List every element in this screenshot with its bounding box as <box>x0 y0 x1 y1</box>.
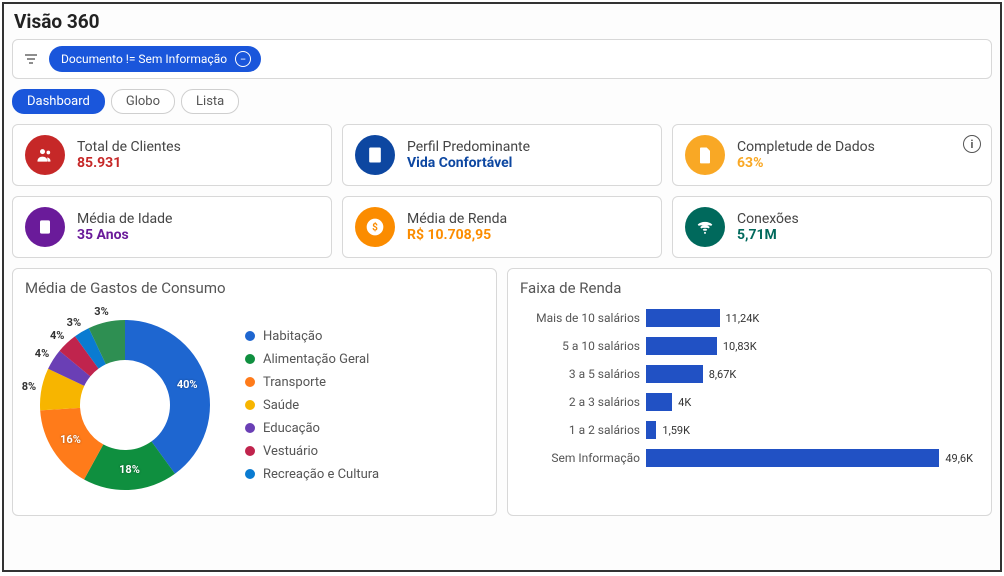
metric-label: Média de Renda <box>407 211 507 227</box>
metric-card: Total de Clientes85.931 <box>12 124 332 186</box>
donut-slice-label: 16% <box>60 433 81 446</box>
users-icon <box>25 135 65 175</box>
legend-label: Vestuário <box>263 444 318 459</box>
spend-legend: Habitação Alimentação Geral Transporte Saúd… <box>245 329 379 482</box>
legend-label: Habitação <box>263 329 322 344</box>
metric-value: R$ 10.708,95 <box>407 227 507 243</box>
metric-card: Perfil PredominanteVida Confortável <box>342 124 662 186</box>
legend-dot <box>245 354 255 364</box>
legend-label: Transporte <box>263 375 326 390</box>
donut-slice-label: 3% <box>94 305 108 318</box>
bar-fill <box>646 421 656 439</box>
bar-value: 11,24K <box>726 312 760 325</box>
legend-item: Transporte <box>245 375 379 390</box>
bar-fill <box>646 393 672 411</box>
metric-value: 5,71M <box>737 227 799 243</box>
donut-slice-label: 18% <box>119 463 140 476</box>
spend-chart-title: Média de Gastos de Consumo <box>25 279 484 297</box>
legend-dot <box>245 400 255 410</box>
tab-lista[interactable]: Lista <box>181 89 239 114</box>
bar-fill <box>646 449 939 467</box>
filter-icon[interactable] <box>21 49 41 69</box>
metric-label: Completude de Dados <box>737 139 875 155</box>
legend-dot <box>245 469 255 479</box>
dollar-icon: $ <box>355 207 395 247</box>
legend-dot <box>245 446 255 456</box>
donut-slice-label: 40% <box>177 378 198 391</box>
filter-chip[interactable]: Documento != Sem Informação − <box>49 46 261 72</box>
legend-item: Habitação <box>245 329 379 344</box>
legend-label: Saúde <box>263 398 299 413</box>
bar-value: 8,67K <box>709 368 737 381</box>
bar-row: Sem Informação 49,6K <box>520 449 973 467</box>
donut-slice-label: 4% <box>35 347 49 360</box>
bar-category: 5 a 10 salários <box>520 339 640 353</box>
legend-dot <box>245 377 255 387</box>
donut-slice-label: 3% <box>67 316 81 329</box>
tabs: DashboardGloboLista <box>12 89 992 114</box>
tab-globo[interactable]: Globo <box>111 89 175 114</box>
legend-label: Recreação e Cultura <box>263 467 379 482</box>
legend-dot <box>245 331 255 341</box>
svg-text:$: $ <box>372 220 378 233</box>
remove-filter-icon[interactable]: − <box>235 51 251 67</box>
metric-card: Média de Idade35 Anos <box>12 196 332 258</box>
donut-slice-label: 4% <box>50 329 64 342</box>
tab-dashboard[interactable]: Dashboard <box>12 89 105 114</box>
bar-category: 2 a 3 salários <box>520 395 640 409</box>
spend-chart-card: Média de Gastos de Consumo 40% 18% 16% 8% 4%… <box>12 268 497 516</box>
metric-card: $ Média de RendaR$ 10.708,95 <box>342 196 662 258</box>
bar-row: 5 a 10 salários 10,83K <box>520 337 973 355</box>
bar-row: 1 a 2 salários 1,59K <box>520 421 973 439</box>
bar-row: 2 a 3 salários 4K <box>520 393 973 411</box>
bar-row: Mais de 10 salários 11,24K <box>520 309 973 327</box>
info-icon[interactable]: i <box>963 135 981 153</box>
donut-slice-label: 8% <box>22 380 36 393</box>
legend-item: Recreação e Cultura <box>245 467 379 482</box>
legend-item: Alimentação Geral <box>245 352 379 367</box>
bar-row: 3 a 5 salários 8,67K <box>520 365 973 383</box>
wifi-icon <box>685 207 725 247</box>
metric-label: Média de Idade <box>77 211 172 227</box>
legend-item: Saúde <box>245 398 379 413</box>
bar-value: 1,59K <box>662 424 690 437</box>
metric-label: Total de Clientes <box>77 139 181 155</box>
bar-category: Sem Informação <box>520 451 640 465</box>
bar-value: 49,6K <box>945 452 973 465</box>
metric-label: Perfil Predominante <box>407 139 530 155</box>
filter-bar: Documento != Sem Informação − <box>12 39 992 79</box>
filter-chip-label: Documento != Sem Informação <box>61 52 227 66</box>
bar-category: Mais de 10 salários <box>520 311 640 325</box>
file-icon <box>685 135 725 175</box>
metric-label: Conexões <box>737 211 799 227</box>
bar-value: 4K <box>678 396 691 409</box>
book-icon <box>355 135 395 175</box>
legend-label: Alimentação Geral <box>263 352 369 367</box>
metric-value: 63% <box>737 155 875 171</box>
page-title: Visão 360 <box>12 10 992 33</box>
bar-category: 3 a 5 salários <box>520 367 640 381</box>
income-bar-chart: Mais de 10 salários 11,24K 5 a 10 salários… <box>520 305 979 471</box>
income-chart-title: Faixa de Renda <box>520 279 979 297</box>
metric-card: Conexões5,71M <box>672 196 992 258</box>
metric-card: Completude de Dados63% i <box>672 124 992 186</box>
legend-dot <box>245 423 255 433</box>
legend-item: Vestuário <box>245 444 379 459</box>
bar-fill <box>646 309 720 327</box>
bar-fill <box>646 337 717 355</box>
legend-label: Educação <box>263 421 320 436</box>
metric-value: 35 Anos <box>77 227 172 243</box>
bar-category: 1 a 2 salários <box>520 423 640 437</box>
legend-item: Educação <box>245 421 379 436</box>
income-chart-card: Faixa de Renda Mais de 10 salários 11,24K… <box>507 268 992 516</box>
person-icon <box>25 207 65 247</box>
metric-value: 85.931 <box>77 155 181 171</box>
spend-donut-chart: 40%18%16%8%4%4%3%3% <box>25 305 225 505</box>
metric-value: Vida Confortável <box>407 155 530 171</box>
bar-value: 10,83K <box>723 340 757 353</box>
bar-fill <box>646 365 703 383</box>
